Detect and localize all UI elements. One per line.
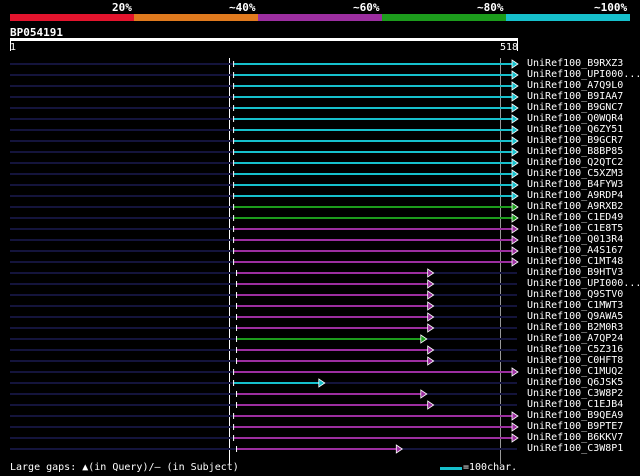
hit-arrow-head <box>427 312 435 322</box>
hit-arrow-head <box>420 334 428 344</box>
hit-arrow-head <box>427 356 435 366</box>
hit-name-link[interactable]: UniRef100_C5Z316 <box>527 344 623 355</box>
hit-name-link[interactable]: UniRef100_UPI000... <box>527 69 640 80</box>
gaps-legend: Large gaps: ▲(in Query)/— (in Subject) <box>10 462 239 473</box>
hit-arrow-head <box>420 389 428 399</box>
hit-name-link[interactable]: UniRef100_C1MUQ2 <box>527 366 623 377</box>
hit-name-link[interactable]: UniRef100_C1EJB4 <box>527 399 623 410</box>
hit-name-link[interactable]: UniRef100_B9HTV3 <box>527 267 623 278</box>
hit-name-link[interactable]: UniRef100_C1E8T5 <box>527 223 623 234</box>
hit-arrow-head <box>511 433 519 443</box>
hit-name-link[interactable]: UniRef100_B9IAA7 <box>527 91 623 102</box>
hit-name-link[interactable]: UniRef100_C1MT48 <box>527 256 623 267</box>
hit-name-link[interactable]: UniRef100_B8BP85 <box>527 146 623 157</box>
hit-arrow-head <box>511 114 519 124</box>
scale-label: =100char. <box>463 462 518 473</box>
hit-name-link[interactable]: UniRef100_B9GCR7 <box>527 135 623 146</box>
hit-arrow-head <box>511 224 519 234</box>
hit-arrow-head <box>427 323 435 333</box>
hit-name-link[interactable]: UniRef100_C3W8P1 <box>527 443 623 454</box>
hit-arrow-head <box>511 158 519 168</box>
hit-arrow-head <box>511 103 519 113</box>
hit-arrow-head <box>511 147 519 157</box>
hit-name-link[interactable]: UniRef100_B2M0R3 <box>527 322 623 333</box>
hit-name-link[interactable]: UniRef100_Q6ZY51 <box>527 124 623 135</box>
hit-arrow-head <box>511 422 519 432</box>
hit-name-link[interactable]: UniRef100_B9QEA9 <box>527 410 623 421</box>
hit-name-link[interactable]: UniRef100_Q9AWA5 <box>527 311 623 322</box>
hit-arrow-head <box>511 92 519 102</box>
hit-arrow-head <box>511 411 519 421</box>
hit-name-link[interactable]: UniRef100_UPI000... <box>527 278 640 289</box>
hit-name-link[interactable]: UniRef100_A7QP24 <box>527 333 623 344</box>
hit-arrow-head <box>427 400 435 410</box>
hit-arrow-head <box>511 246 519 256</box>
hit-name-link[interactable]: UniRef100_C0HFT8 <box>527 355 623 366</box>
hit-arrow-head <box>427 268 435 278</box>
hit-name-link[interactable]: UniRef100_Q013R4 <box>527 234 623 245</box>
hit-name-link[interactable]: UniRef100_C1ED49 <box>527 212 623 223</box>
hit-arrow-head <box>511 169 519 179</box>
scale-bar <box>440 467 462 470</box>
hit-arrow-head <box>511 70 519 80</box>
hit-arrow-head <box>318 378 326 388</box>
hit-name-link[interactable]: UniRef100_B4FYW3 <box>527 179 623 190</box>
hit-arrow-head <box>511 202 519 212</box>
hit-name-link[interactable]: UniRef100_B6KKV7 <box>527 432 623 443</box>
hit-name-link[interactable]: UniRef100_Q0WQR4 <box>527 113 623 124</box>
hit-arrow-head <box>511 235 519 245</box>
hit-name-link[interactable]: UniRef100_A7Q9L0 <box>527 80 623 91</box>
hit-arrow-head <box>427 279 435 289</box>
hit-arrow-head <box>511 136 519 146</box>
hit-arrow-head <box>511 213 519 223</box>
hit-name-link[interactable]: UniRef100_B9PTE7 <box>527 421 623 432</box>
hit-arrow-head <box>395 444 403 454</box>
hit-name-link[interactable]: UniRef100_C5XZM3 <box>527 168 623 179</box>
hit-name-link[interactable]: UniRef100_A9RXB2 <box>527 201 623 212</box>
hit-arrow-head <box>427 345 435 355</box>
hit-arrow-head <box>511 81 519 91</box>
hit-name-link[interactable]: UniRef100_Q9STV0 <box>527 289 623 300</box>
hit-arrow-head <box>511 257 519 267</box>
hit-arrow-head <box>427 301 435 311</box>
hit-arrow-head <box>427 290 435 300</box>
hit-name-link[interactable]: UniRef100_A4S167 <box>527 245 623 256</box>
hit-name-link[interactable]: UniRef100_C3W8P2 <box>527 388 623 399</box>
hit-name-link[interactable]: UniRef100_Q2QTC2 <box>527 157 623 168</box>
hit-name-link[interactable]: UniRef100_C1MWT3 <box>527 300 623 311</box>
hit-name-link[interactable]: UniRef100_B9GNC7 <box>527 102 623 113</box>
hit-arrow-head <box>511 59 519 69</box>
hit-name-link[interactable]: UniRef100_Q6JSK5 <box>527 377 623 388</box>
hit-arrow-head <box>511 125 519 135</box>
hit-name-link[interactable]: UniRef100_B9RXZ3 <box>527 58 623 69</box>
hit-arrow-head <box>511 191 519 201</box>
hit-list: UniRef100_B9RXZ3 UniRef100_UPI000... UniRe… <box>0 0 640 476</box>
hit-name-link[interactable]: UniRef100_A9RDP4 <box>527 190 623 201</box>
hit-arrow-head <box>511 367 519 377</box>
hit-arrow-head <box>511 180 519 190</box>
